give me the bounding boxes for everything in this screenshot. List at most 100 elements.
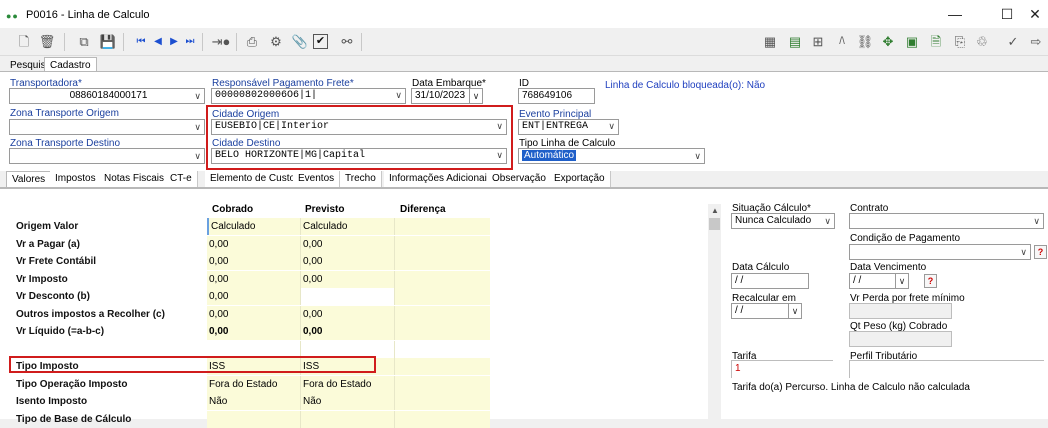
cell-diferenca[interactable] [395,270,490,288]
cell-diferenca[interactable] [395,410,490,428]
tab-informacoes-adicionais[interactable]: Informações Adicionais [384,171,498,187]
cell-cobrado[interactable]: 0,00 [207,305,301,323]
data-embarque-field[interactable]: 31/10/2023 ∨ [411,88,483,104]
chevron-down-icon: ∨ [496,151,503,161]
formula-icon[interactable]: /\ [832,32,852,52]
calculator-icon[interactable]: ▦ [760,32,780,52]
cell-cobrado[interactable]: Fora do Estado [207,375,301,393]
export-icon[interactable]: ⎘ [950,32,970,52]
cell-diferenca[interactable] [395,393,490,410]
evento-principal-field[interactable]: ENT|ENTREGA ∨ [518,119,619,135]
cell-cobrado[interactable]: 0,00 [207,270,301,288]
move-icon[interactable]: ✥ [878,32,898,52]
checkbox-icon[interactable]: ✔ [313,34,328,49]
zona-origem-field[interactable]: ∨ [9,119,205,135]
tab-cadastro[interactable]: Cadastro [44,57,97,72]
logout-icon[interactable]: ⇨ [1026,32,1046,52]
attachment-icon[interactable]: 📎 [290,32,310,52]
tarifa-field[interactable]: 1 [731,360,833,378]
minimize-button[interactable]: — [940,4,970,24]
last-record-icon[interactable]: ⏭ [180,32,200,52]
cell-cobrado[interactable]: 0,00 [207,288,301,305]
perfil-field[interactable] [849,360,1044,378]
tipo-imposto-highlight-box [9,356,376,373]
tipo-linha-select[interactable]: Automático ∨ [518,148,705,164]
tab-eventos[interactable]: Eventos [293,171,341,187]
cell-cobrado[interactable]: Calculado [207,218,301,235]
cell-diferenca[interactable] [395,305,490,323]
cell-cobrado[interactable] [207,340,301,358]
bloqueada-status: Linha de Calculo bloqueada(o): Não [605,80,766,91]
tab-observacao[interactable]: Observação [487,171,552,187]
new-document-icon[interactable]: 🗋 [14,32,34,52]
cell-diferenca[interactable] [395,253,490,270]
cell-previsto[interactable]: 0,00 [301,270,395,288]
table-row: Vr Frete Contábil 0,00 0,00 [9,253,490,270]
id-field[interactable]: 768649106 [518,88,595,104]
cell-previsto[interactable] [301,288,395,305]
cell-diferenca[interactable] [395,323,490,340]
table-icon[interactable]: ▤ [785,32,805,52]
tab-notas-fiscais[interactable]: Notas Fiscais [99,171,171,187]
copy-icon[interactable]: ⧉ [74,32,94,52]
tab-valores[interactable]: Valores [6,171,52,187]
title-bar: ●● P0016 - Linha de Calculo — ☐ ✕ [0,0,1048,28]
responsavel-field[interactable]: 000008020006O6|1| ∨ [211,88,406,104]
cell-previsto[interactable]: 0,00 [301,323,395,340]
grid-icon[interactable]: ⊞ [808,32,828,52]
grid-scrollbar[interactable]: ▲ [708,204,721,419]
cell-diferenca[interactable] [395,340,490,358]
cell-previsto[interactable]: Fora do Estado [301,375,395,393]
cidade-origem-field[interactable]: EUSEBIO|CE|Interior ∨ [211,119,507,135]
approve-icon[interactable]: ✓ [1003,32,1023,52]
exit-icon[interactable]: ⇥● [208,32,234,52]
cell-previsto[interactable]: 0,00 [301,305,395,323]
cell-previsto[interactable]: Não [301,393,395,410]
cell-diferenca[interactable] [395,375,490,393]
cell-previsto[interactable]: Calculado [301,218,395,235]
data-vencimento-field[interactable]: / / ∨ [849,273,909,289]
cell-cobrado[interactable] [207,410,301,428]
chain-icon[interactable]: ⛓ [855,32,875,52]
cell-previsto[interactable] [301,410,395,428]
tab-elemento-custo[interactable]: Elemento de Custo [205,171,302,187]
cell-cobrado[interactable]: 0,00 [207,253,301,270]
delete-icon[interactable]: 🗑 [37,32,57,52]
close-button[interactable]: ✕ [1020,4,1048,24]
recycle-icon[interactable]: ♲ [972,32,992,52]
table-row: Origem Valor Calculado Calculado [9,218,490,235]
cell-cobrado[interactable]: Não [207,393,301,410]
tab-impostos[interactable]: Impostos [50,171,102,187]
cidade-destino-field[interactable]: BELO HORIZONTE|MG|Capital ∨ [211,148,507,164]
vencimento-help-button[interactable]: ? [924,274,937,288]
link-icon[interactable]: ⚯ [337,32,357,52]
tab-trecho[interactable]: Trecho [340,171,382,187]
condicao-help-button[interactable]: ? [1034,245,1047,259]
tab-cte[interactable]: CT-e [165,171,198,187]
situacao-select[interactable]: Nunca Calculado ∨ [731,213,835,229]
cell-cobrado[interactable]: 0,00 [207,323,301,340]
cell-cobrado[interactable]: 0,00 [207,235,301,253]
tab-exportacao[interactable]: Exportação [549,171,611,187]
cell-previsto[interactable]: 0,00 [301,253,395,270]
print-icon[interactable]: ⎙ [242,32,262,52]
data-calculo-field[interactable]: / / [731,273,809,289]
table-check-icon[interactable]: ▣ [902,32,922,52]
table-row: Isento Imposto Não Não [9,393,490,410]
maximize-button[interactable]: ☐ [992,4,1022,24]
zona-destino-field[interactable]: ∨ [9,148,205,164]
recalcular-field[interactable]: / / ∨ [731,303,802,319]
cell-previsto[interactable]: 0,00 [301,235,395,253]
contrato-select[interactable]: ∨ [849,213,1044,229]
cell-diferenca[interactable] [395,218,490,235]
save-icon[interactable]: 💾 [98,32,118,52]
cell-diferenca[interactable] [395,235,490,253]
settings-icon[interactable]: ⚙ [266,32,286,52]
document-search-icon[interactable]: 🗎 [926,32,946,52]
cell-diferenca[interactable] [395,288,490,305]
condicao-select[interactable]: ∨ [849,244,1031,260]
cell-previsto[interactable] [301,340,395,358]
table-row: Vr Imposto 0,00 0,00 [9,270,490,288]
transportadora-field[interactable]: 08860184000171 ∨ [9,88,205,104]
cell-diferenca[interactable] [395,358,490,375]
